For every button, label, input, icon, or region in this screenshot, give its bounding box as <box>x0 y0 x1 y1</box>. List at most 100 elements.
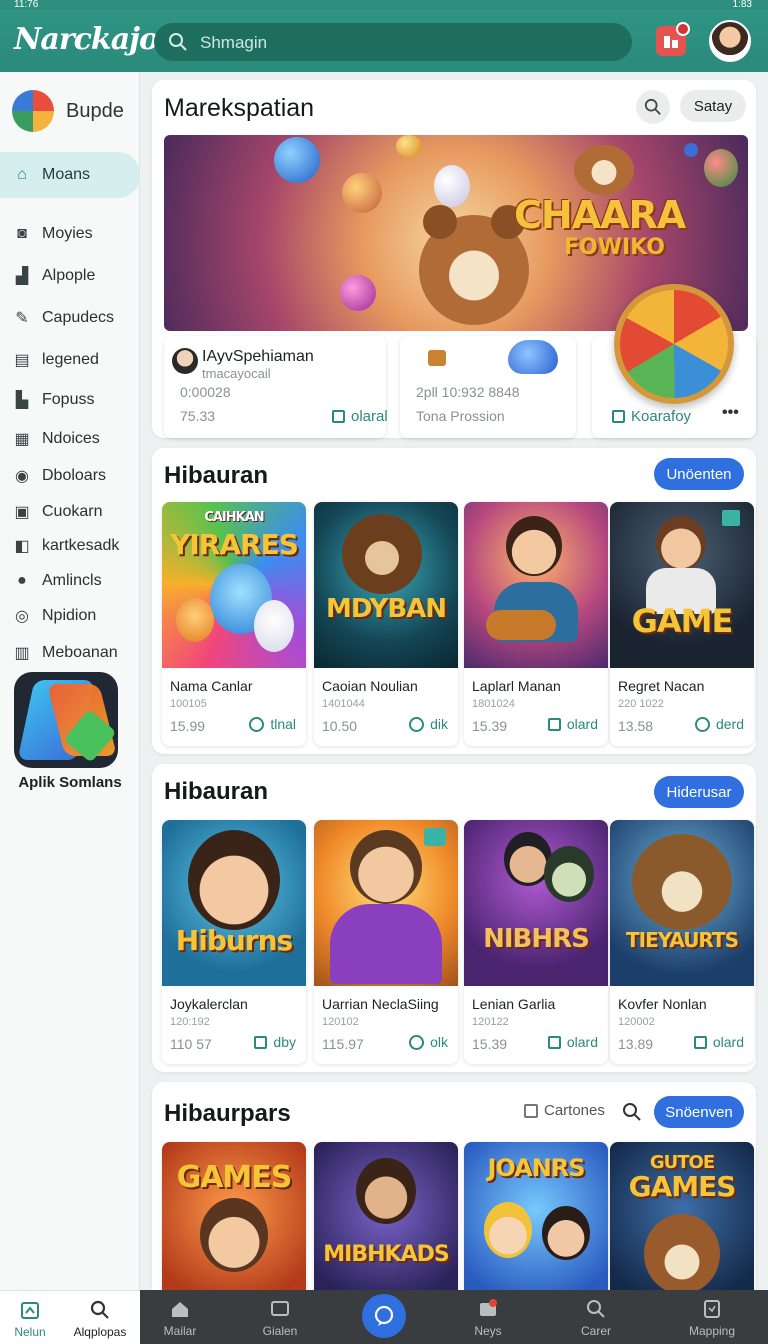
bottom-nav-label: Mapping <box>688 1324 736 1338</box>
sidebar-item-fopuss[interactable]: ▙ Fopuss <box>0 382 140 418</box>
game-art: MIBHKADS <box>314 1142 458 1290</box>
game-tile[interactable]: CAIHKAN YIRARES Nama Canlar 100105 15.99… <box>162 502 306 746</box>
notification-icon[interactable] <box>656 22 690 56</box>
app-tile-icon[interactable] <box>14 672 118 768</box>
game-id: 100105 <box>170 698 207 710</box>
sidebar-item-ndoices[interactable]: ▦ Ndoices <box>0 421 140 457</box>
game-tile[interactable]: MDYBAN Caoian Noulian 1401044 10.50 dik <box>314 502 458 746</box>
game-tile[interactable]: Uarrian NeclaSiing 120102 115.97 olk <box>314 820 458 1064</box>
main-content: Marekspatian Satay CHAARA FOWIKO IAyvSpe… <box>140 72 768 1290</box>
game-tile[interactable]: Hiburns Joykalerclan 120:192 110 57 dby <box>162 820 306 1064</box>
card-subtitle: tmacayocail <box>202 366 271 381</box>
game-name: Laplarl Manan <box>472 678 561 694</box>
game-tile[interactable]: Laplarl Manan 1801024 15.39 olard <box>464 502 608 746</box>
app-logo[interactable]: Narckajoe <box>14 22 177 57</box>
app-tile-label[interactable]: Aplik Somlans <box>0 774 140 791</box>
sidebar-item-moans[interactable]: ⌂ Moans <box>0 152 140 198</box>
section-action-button[interactable]: Hiderusar <box>654 776 744 808</box>
filter-cartones[interactable]: Cartones <box>524 1102 605 1119</box>
featured-search-button[interactable] <box>636 90 670 124</box>
game-action-button[interactable]: olard <box>547 716 598 732</box>
bottom-nav-mailar[interactable]: Mailar <box>140 1298 220 1338</box>
sidebar-item-label: kartkesadk <box>42 537 120 554</box>
sidebar-item-label: Alpople <box>42 267 96 284</box>
section-hibauran-2: Hibauran Hiderusar Hiburns Joykalerclan … <box>152 764 756 1072</box>
gamepad-icon <box>508 340 558 374</box>
game-action-button[interactable]: olk <box>409 1034 448 1050</box>
sidebar-item-moyies[interactable]: ◙ Moyies <box>0 216 140 252</box>
game-tile[interactable]: GUTOE GAMES <box>610 1142 754 1290</box>
game-action-button[interactable]: derd <box>694 716 744 732</box>
game-action-button[interactable]: dik <box>409 716 448 732</box>
chart-icon: ▙ <box>15 392 29 409</box>
section-hibaurpars: Hibaurpars Cartones Snöenven GAMES MIBHK… <box>152 1082 756 1290</box>
bottom-nav-mapping[interactable]: Mapping <box>672 1298 752 1338</box>
game-action-button[interactable]: olard <box>693 1034 744 1050</box>
section-hibauran-1: Hibauran Unöenten CAIHKAN YIRARES Nama C… <box>152 448 756 754</box>
game-tile[interactable]: GAME Regret Nacan 220 1022 13.58 derd <box>610 502 754 746</box>
sidebar-item-legened[interactable]: ▤ legened <box>0 342 140 378</box>
inbox-icon <box>480 1299 497 1316</box>
game-price: 10.50 <box>322 718 358 734</box>
sidebar-item-dboloars[interactable]: ◉ Dboloars <box>0 458 140 494</box>
chat-fab-button[interactable] <box>362 1294 406 1338</box>
game-tile[interactable]: NIBHRS Lenian Garlia 120122 15.39 olard <box>464 820 608 1064</box>
sidebar-item-amlincls[interactable]: ● Amlincls <box>0 563 140 599</box>
game-tile[interactable]: GAMES <box>162 1142 306 1290</box>
bottom-nav-left: Nelun Alqplopas <box>0 1290 140 1344</box>
profile-avatar[interactable] <box>709 20 751 62</box>
thumb-icon: ▟ <box>15 268 29 285</box>
game-art: GAMES <box>162 1142 306 1290</box>
search-input[interactable]: Shmagin <box>200 33 267 53</box>
search-icon[interactable] <box>622 1102 642 1122</box>
power-icon <box>409 1034 425 1050</box>
game-tile[interactable]: JOANRS <box>464 1142 608 1290</box>
bottom-nav-alqplopas[interactable]: Alqplopas <box>60 1299 140 1339</box>
bottom-nav-neys[interactable]: Neys <box>448 1298 528 1338</box>
sidebar-item-capudecs[interactable]: ✎ Capudecs <box>0 300 140 336</box>
notification-badge <box>676 22 690 36</box>
game-action-button[interactable]: olard <box>547 1034 598 1050</box>
game-price: 115.97 <box>322 1036 364 1052</box>
card-action-button[interactable]: Koarafoy <box>612 408 691 425</box>
pen-icon: ✎ <box>15 310 29 327</box>
sidebar-item-cuokarn[interactable]: ▣ Cuokarn <box>0 494 140 530</box>
tag-icon <box>704 1300 720 1318</box>
featured-card-2[interactable]: 2pll 10:932 8848 Tona Prossion <box>400 336 576 438</box>
game-art: JOANRS <box>464 1142 608 1290</box>
bottom-nav-carer[interactable]: Carer <box>556 1298 636 1338</box>
game-name: Nama Canlar <box>170 678 253 694</box>
game-tile[interactable]: TIEYAURTS Kovfer Nonlan 120002 13.89 ola… <box>610 820 754 1064</box>
more-icon[interactable]: ••• <box>722 404 739 422</box>
game-tile[interactable]: MIBHKADS <box>314 1142 458 1290</box>
section-action-button[interactable]: Snöenven <box>654 1096 744 1128</box>
game-action-button[interactable]: tlnal <box>249 716 296 732</box>
card-avatar <box>172 348 198 374</box>
sidebar-item-meboanan[interactable]: ▥ Meboanan <box>0 635 140 671</box>
game-action-button[interactable]: dby <box>254 1034 296 1050</box>
hero-title: CHAARA <box>514 193 686 237</box>
status-bar: 11:76 1:83 <box>0 0 768 10</box>
search-icon <box>644 98 661 115</box>
sidebar-brand[interactable]: Bupde <box>12 90 142 134</box>
bottom-nav-gialen[interactable]: Gialen <box>240 1298 320 1338</box>
game-price: 15.39 <box>472 718 508 734</box>
featured-satay-button[interactable]: Satay <box>680 90 746 122</box>
sidebar-item-kartkesadk[interactable]: ◧ kartkesadk <box>0 528 140 564</box>
sidebar-item-alpople[interactable]: ▟ Alpople <box>0 258 140 294</box>
game-name: Lenian Garlia <box>472 996 556 1012</box>
search-bar[interactable]: Shmagin <box>154 23 632 61</box>
featured-card-1[interactable]: IAyvSpehiaman tmacayocail 0:00028 75.33 … <box>164 336 388 438</box>
section-action-button[interactable]: Unöenten <box>654 458 744 490</box>
game-art <box>314 820 458 986</box>
status-clock: 1:83 <box>732 0 752 10</box>
house-icon <box>172 1302 188 1317</box>
list-icon: ▤ <box>14 352 30 369</box>
card-action-label: Koarafoy <box>631 408 692 425</box>
sidebar-item-npidion[interactable]: ◎ Npidion <box>0 598 140 634</box>
sidebar-item-label: legened <box>42 351 99 368</box>
sidebar-item-label: Amlincls <box>42 572 102 589</box>
card-action-button[interactable]: olaral <box>332 408 388 425</box>
section-title: Hibauran <box>164 462 269 489</box>
sidebar-item-label: Npidion <box>42 607 97 624</box>
